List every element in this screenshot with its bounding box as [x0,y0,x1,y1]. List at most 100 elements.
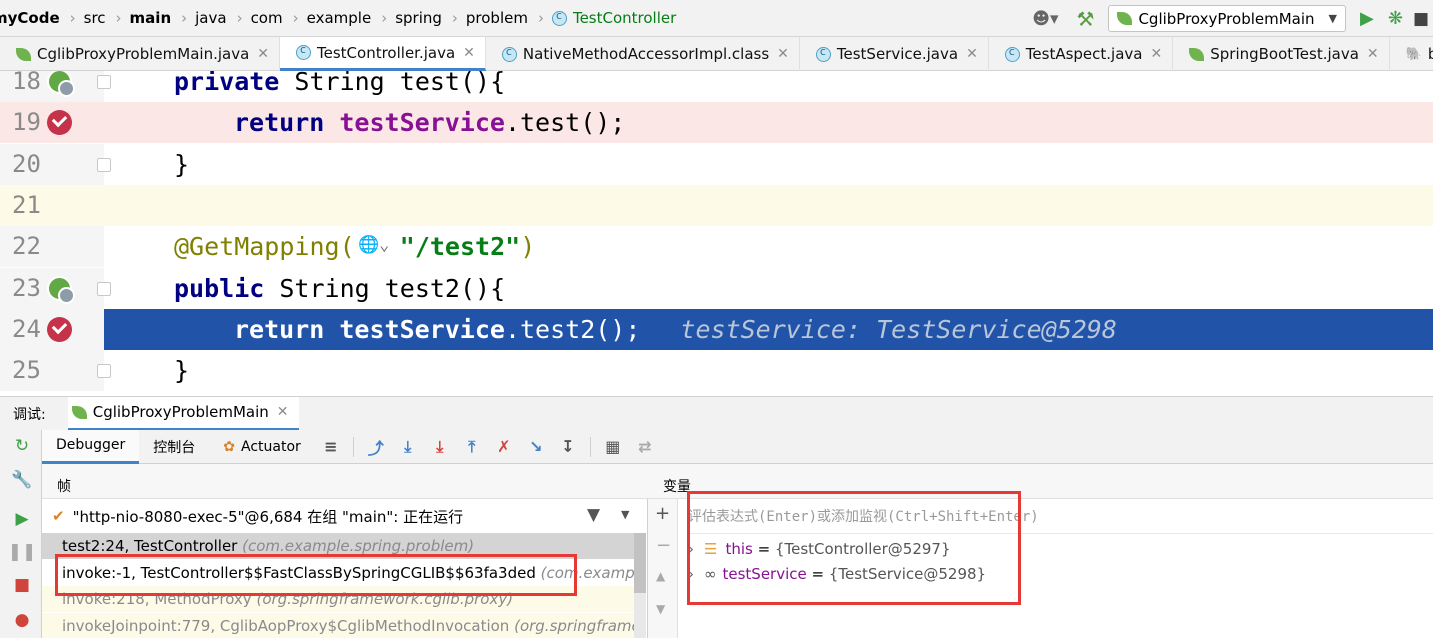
breakpoint-icon[interactable] [47,316,72,342]
editor-tab-1[interactable]: TestController.java ✕ [280,37,486,71]
fold-icon[interactable] [97,364,111,379]
editor-gutter[interactable]: 21 [0,184,104,226]
move-up-icon[interactable]: ▲ [656,569,665,583]
close-icon[interactable]: ✕ [277,404,289,420]
code-token: private [174,71,280,96]
editor-gutter[interactable]: 22 [0,226,104,268]
tab-console[interactable]: 控制台 [139,430,209,464]
trace-icon[interactable]: ↧ [557,436,579,458]
code-line-20[interactable]: 20} [0,143,1433,185]
close-icon[interactable]: ✕ [1367,46,1379,62]
close-icon[interactable]: ✕ [777,46,789,62]
step-over-icon[interactable]: ⤴ [365,436,387,458]
close-icon[interactable]: ✕ [257,46,269,62]
run-icon[interactable]: ▶ [1360,8,1374,29]
tab-debugger[interactable]: Debugger [42,429,140,464]
add-watch-icon[interactable]: + [655,503,670,524]
code-token: @GetMapping( [174,232,355,262]
editor-gutter[interactable]: 25 [0,350,111,392]
code-line-21[interactable]: 21 [0,184,1433,226]
filter-icon[interactable]: ▼ [587,505,600,525]
editor-gutter[interactable]: 23 [0,267,111,309]
editor-gutter[interactable]: 24 [0,308,104,350]
run-to-cursor-icon[interactable]: ↘ [525,436,547,458]
code-editor[interactable]: 18 private String test(){ 19 return testSer… [0,71,1433,395]
check-icon: ✔ [52,507,65,525]
chevron-down-icon[interactable]: ▼ [621,508,629,521]
drop-frame-icon[interactable]: ✗ [493,436,515,458]
editor-gutter[interactable]: 19 [0,102,104,144]
code-line-24[interactable]: 24 return testService.test2(); testService… [0,308,1433,350]
breadcrumb-item-example[interactable]: example [307,0,376,37]
actuator-icon: ✿ [223,438,236,455]
code-line-18[interactable]: 18 private String test(){ [0,71,1433,102]
breadcrumb-item-problem[interactable]: problem [466,0,532,37]
fold-icon[interactable] [97,157,111,172]
tab-actuator[interactable]: ✿ Actuator [209,430,315,464]
build-hammer-icon[interactable]: ⚒ [1077,7,1095,31]
step-into-icon[interactable]: ⤓ [397,436,419,458]
resume-icon[interactable]: ▶ [12,509,32,529]
force-step-into-icon[interactable]: ⤓ [429,436,451,458]
gradle-elephant-icon: 🐘 [1405,46,1422,62]
stack-frame[interactable]: invokeJoinpoint:779, CglibAopProxy$Cglib… [42,612,634,638]
stop-icon[interactable]: ■ [12,575,32,595]
layout-menu-icon[interactable]: ≡ [320,436,342,458]
code-text: public String test2(){ [174,268,505,309]
breadcrumb-item-com[interactable]: com [251,0,287,37]
breadcrumb-item-java[interactable]: java [195,0,230,37]
spring-boot-icon [71,405,87,419]
wrench-icon[interactable]: 🔧 [11,470,32,490]
fold-icon[interactable] [97,281,111,296]
editor-tab-2[interactable]: NativeMethodAccessorImpl.class ✕ [486,37,800,71]
breadcrumb-item-src[interactable]: src [84,0,110,37]
breakpoints-icon[interactable]: ● [12,610,32,630]
debug-session-tab[interactable]: CglibProxyProblemMain ✕ [67,396,299,431]
editor-tab-4[interactable]: TestAspect.java ✕ [989,37,1174,71]
breadcrumb-current[interactable]: TestController [573,9,676,27]
run-configuration-select[interactable]: CglibProxyProblemMain ▼ [1108,5,1346,32]
globe-icon[interactable]: 🌐⌄ [358,225,389,266]
chevron-right-icon: › [69,9,76,27]
thread-selector[interactable]: ✔ "http-nio-8080-exec-5"@6,684 在组 "main"… [42,499,648,533]
breadcrumb-item-spring[interactable]: spring [395,0,446,37]
profile-icon[interactable]: ■ [1413,9,1429,29]
rerun-icon[interactable]: ↻ [12,436,32,456]
code-line-25[interactable]: 25} [0,350,1433,392]
close-icon[interactable]: ✕ [966,46,978,62]
move-down-icon[interactable]: ▼ [656,602,665,616]
line-number: 20 [12,149,41,178]
breakpoint-icon[interactable] [47,110,72,136]
breadcrumb-item-mycode[interactable]: myCode [0,0,64,37]
editor-tab-3[interactable]: TestService.java ✕ [800,37,989,71]
code-token: String test(){ [279,71,506,96]
breadcrumb-item-main[interactable]: main [130,0,176,37]
fold-icon[interactable] [97,75,111,89]
editor-tab-bar: CglibProxyProblemMain.java✕TestControlle… [0,37,1433,71]
run-configuration-label: CglibProxyProblemMain [1138,9,1315,28]
code-line-19[interactable]: 19 return testService.test(); [0,102,1433,144]
editor-tab-5[interactable]: SpringBootTest.java ✕ [1173,37,1390,71]
settings-lines-icon[interactable]: ⇄ [634,436,656,458]
close-icon[interactable]: ✕ [1151,46,1163,62]
remove-watch-icon[interactable]: − [656,535,671,556]
editor-gutter[interactable]: 20 [0,143,111,185]
spring-bean-icon[interactable] [47,275,75,304]
spring-bean-icon[interactable] [47,71,75,97]
pause-icon[interactable]: ❚❚ [8,542,37,562]
code-line-22[interactable]: 22 @GetMapping(🌐⌄ "/test2") [0,225,1433,268]
close-icon[interactable]: ✕ [463,45,475,61]
step-out-icon[interactable]: ⤒ [461,436,483,458]
class-icon [296,43,312,60]
debug-bug-icon[interactable]: ❋ [1388,8,1403,29]
editor-tab-6[interactable]: 🐘 build.g [1390,37,1433,71]
class-icon [551,9,567,26]
scrollbar[interactable] [634,533,646,638]
user-icon[interactable]: ☻▾ [1032,9,1058,29]
code-line-23[interactable]: 23 public String test2(){ [0,267,1433,309]
editor-tab-0[interactable]: CglibProxyProblemMain.java ✕ [0,37,281,71]
editor-gutter[interactable]: 18 [0,71,111,102]
spring-boot-icon [1189,47,1205,61]
evaluate-table-icon[interactable]: ▦ [602,436,624,458]
class-icon [501,45,517,62]
